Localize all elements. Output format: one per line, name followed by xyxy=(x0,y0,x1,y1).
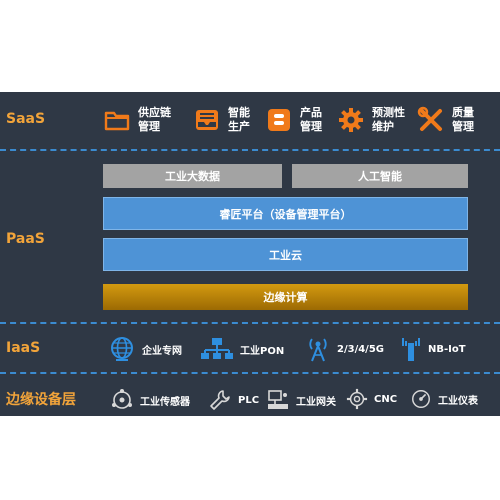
platform-bar: 睿匠平台（设备管理平台） xyxy=(103,197,468,230)
edge-item-label: 工业传感器 xyxy=(140,396,190,408)
wrench-icon xyxy=(208,388,232,412)
signal-tower-icon xyxy=(305,335,331,363)
saas-item-supply-chain: 供应链 管理 xyxy=(102,103,171,137)
saas-item-quality-management: 质量 管理 xyxy=(416,103,482,137)
gear-icon xyxy=(336,105,366,135)
edge-item-industrial-sensor: 工业传感器 xyxy=(110,388,190,412)
iaas-item-nb-iot: NB-IoT xyxy=(400,335,466,363)
edge-item-plc: PLC xyxy=(208,388,259,412)
layer-label-paas: PaaS xyxy=(6,231,45,247)
layer-label-iaas: IaaS xyxy=(6,340,41,356)
blogger-b-icon xyxy=(264,105,294,135)
iaas-item-industrial-pon: 工业PON xyxy=(200,335,284,363)
iaas-item-enterprise-network: 企业专网 xyxy=(108,335,182,363)
saas-item-label: 智能 生产 xyxy=(228,106,250,133)
big-data-bar: 工业大数据 xyxy=(103,164,282,188)
cloud-bar: 工业云 xyxy=(103,238,468,271)
gear-outline-icon xyxy=(346,388,368,410)
layer-label-edge: 边缘设备层 xyxy=(6,392,76,408)
edge-item-label: 工业网关 xyxy=(296,396,336,408)
iaas-item-label: 企业专网 xyxy=(142,345,182,357)
edge-item-label: PLC xyxy=(238,394,260,406)
saas-item-predictive-maintenance: 预测性 维护 xyxy=(336,103,405,137)
ai-bar: 人工智能 xyxy=(292,164,468,188)
wrench-screwdriver-icon xyxy=(416,105,446,135)
iaas-item-label: 2/3/4/5G xyxy=(337,343,384,355)
edge-item-industrial-meter: 工业仪表 xyxy=(410,388,478,410)
saas-item-label: 供应链 管理 xyxy=(138,106,171,133)
iaas-item-cellular: 2/3/4/5G xyxy=(305,335,384,363)
sensor-icon xyxy=(110,388,134,412)
antenna-icon xyxy=(400,335,422,363)
iaas-item-label: NB-IoT xyxy=(428,343,466,355)
divider-paas-iaas xyxy=(0,322,500,324)
divider-iaas-edge xyxy=(0,372,500,374)
inbox-tray-icon xyxy=(192,105,222,135)
iaas-item-label: 工业PON xyxy=(240,345,285,357)
saas-item-label: 质量 管理 xyxy=(452,106,474,133)
globe-icon xyxy=(108,335,136,363)
gateway-icon xyxy=(266,388,290,412)
divider-saas-paas xyxy=(0,149,500,151)
layer-label-saas: SaaS xyxy=(6,111,46,127)
folder-icon xyxy=(102,105,132,135)
edge-item-label: 工业仪表 xyxy=(438,395,478,407)
edge-item-label: CNC xyxy=(374,393,398,405)
edge-item-industrial-gateway: 工业网关 xyxy=(266,388,336,412)
gauge-icon xyxy=(410,388,432,410)
saas-item-product-management: 产品 管理 xyxy=(264,103,330,137)
saas-item-smart-production: 智能 生产 xyxy=(192,103,258,137)
edge-computing-bar: 边缘计算 xyxy=(103,284,468,310)
network-topology-icon xyxy=(200,335,234,363)
saas-item-label: 预测性 维护 xyxy=(372,106,405,133)
edge-item-cnc: CNC xyxy=(346,388,397,410)
saas-item-label: 产品 管理 xyxy=(300,106,322,133)
